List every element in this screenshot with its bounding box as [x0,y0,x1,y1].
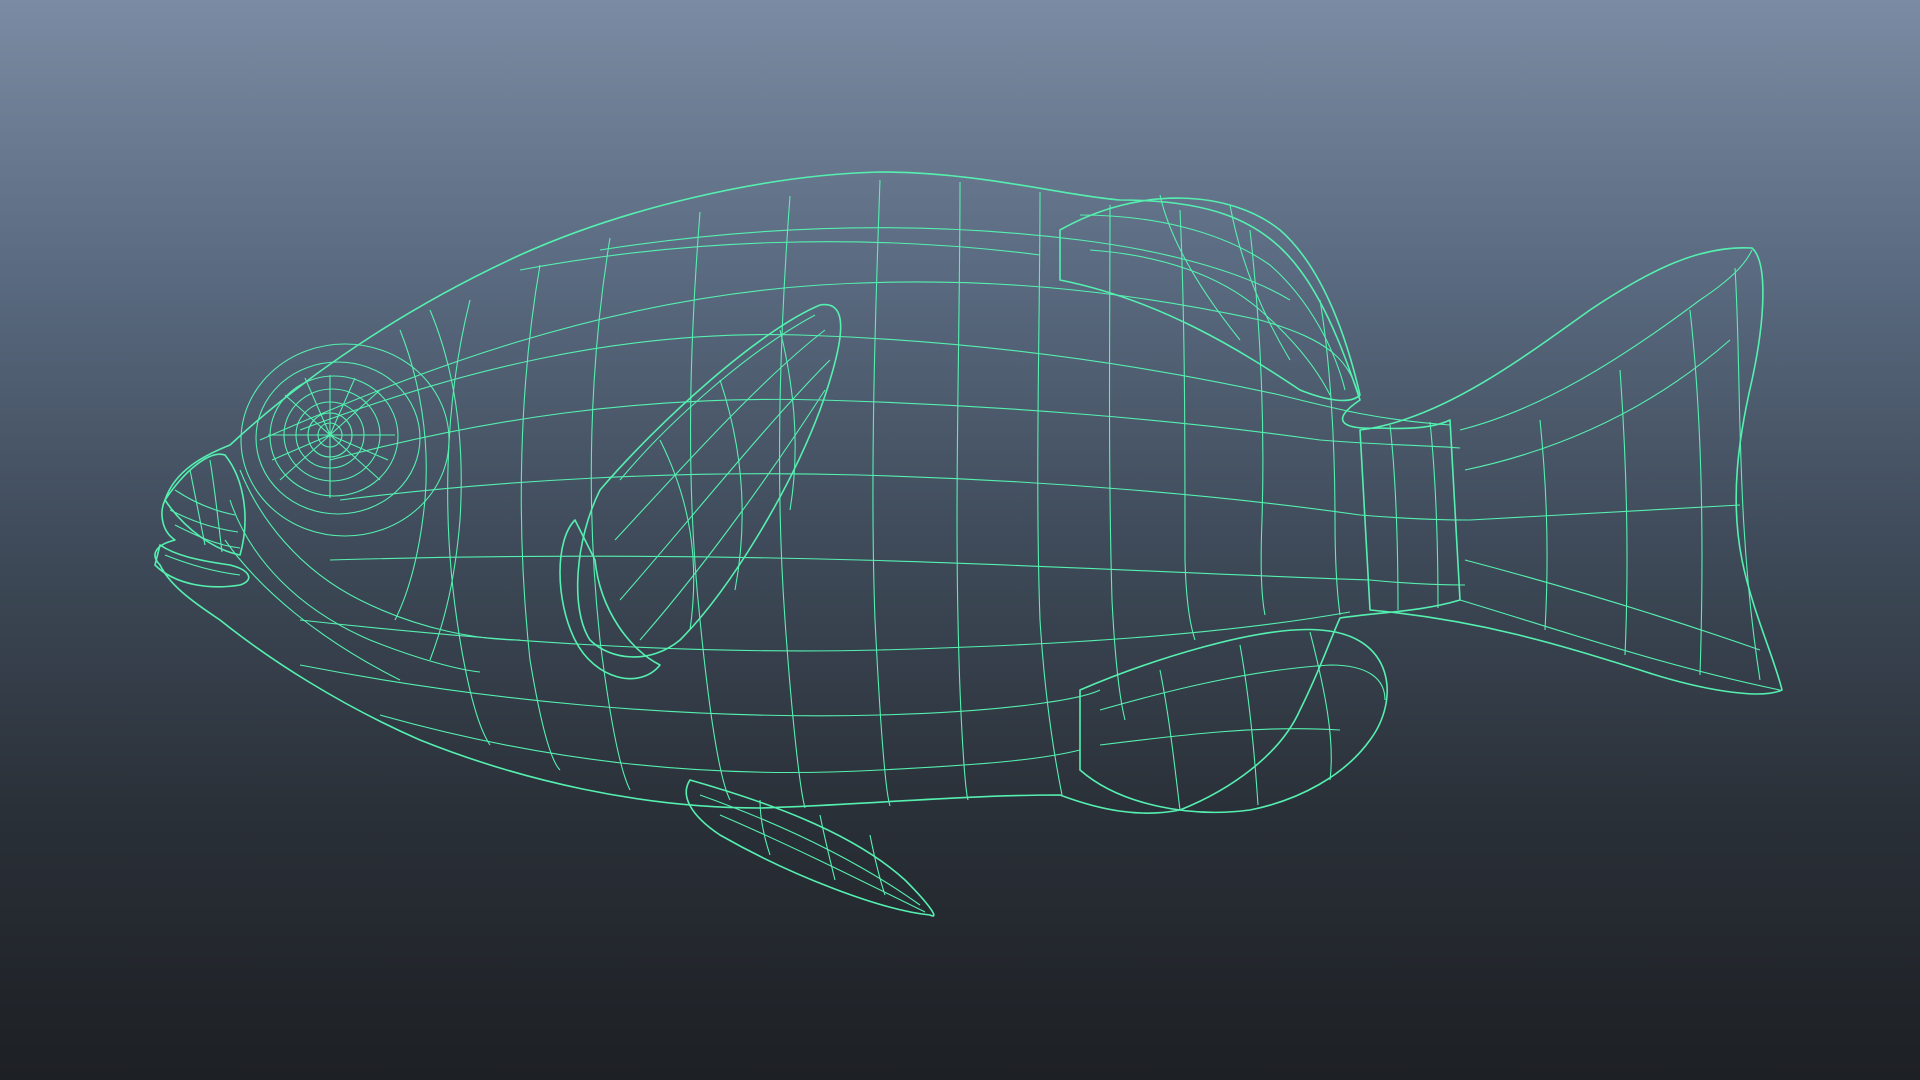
3d-viewport[interactable] [0,0,1920,1080]
wireframe-overlay [164,179,1781,913]
anal-fin[interactable] [1079,628,1388,814]
mouth [154,544,250,588]
pectoral-fin-base [559,519,661,680]
fish-body[interactable] [154,171,1461,814]
snout [164,453,246,556]
tail-fin[interactable] [1359,246,1783,695]
pectoral-fin[interactable] [576,303,842,658]
fish-model[interactable] [0,0,1920,1080]
